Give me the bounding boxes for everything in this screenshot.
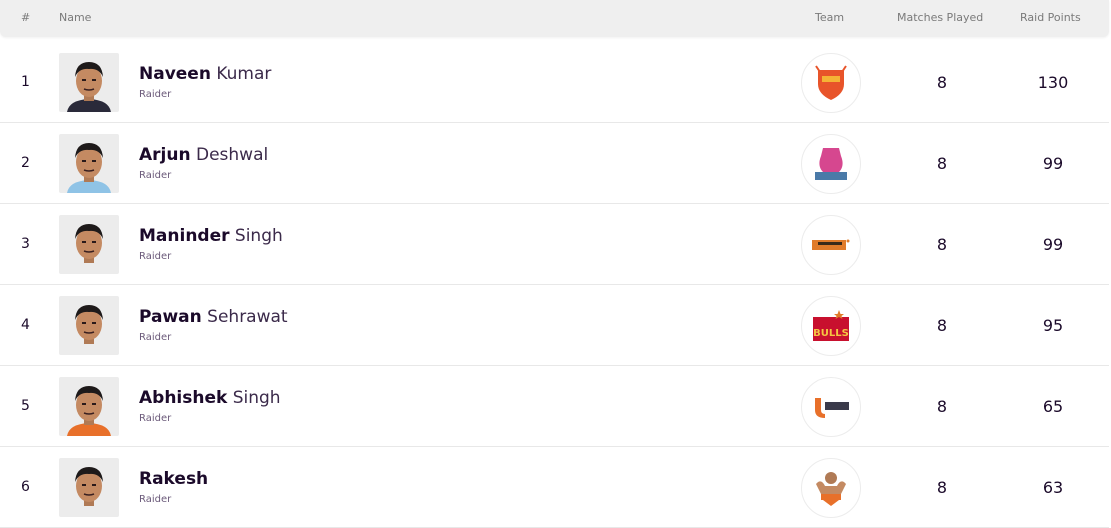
table-row[interactable]: 3 Maninder Singh Raider 8 99 [0,204,1109,285]
matches-played-value: 8 [936,235,948,254]
raid-points-value: 95 [1042,316,1064,335]
player-last-name: Deshwal [195,145,269,165]
rank-value: 2 [21,155,30,171]
player-photo [59,53,119,112]
player-name[interactable]: Arjun Deshwal [139,145,268,165]
table-row[interactable]: 4 Pawan Sehrawat Raider BULLS 8 95 [0,285,1109,366]
player-name[interactable]: Pawan Sehrawat [139,307,288,327]
player-portrait-icon [67,386,111,436]
rank-value: 1 [21,74,30,90]
player-last-name: Kumar [216,64,272,84]
column-header-name[interactable]: Name [59,11,91,24]
player-name[interactable]: Maninder Singh [139,226,283,246]
player-role: Raider [139,494,172,505]
player-photo [59,458,119,517]
player-first-name: Arjun [139,145,191,165]
raid-points-value: 99 [1042,154,1064,173]
rank-value: 5 [21,398,30,414]
matches-played-value: 8 [936,397,948,416]
bengal-warriors-logo-icon [812,239,850,250]
matches-played-value: 8 [936,154,948,173]
team-logo [801,377,861,437]
leaderboard-table: 1 Naveen Kumar Raider 8 130 2 Arjun Desh… [0,42,1109,528]
raid-points-value: 130 [1037,73,1069,92]
column-header-team[interactable]: Team [815,11,844,24]
u-mumba-logo-icon [815,398,849,418]
column-header-matches-played[interactable]: Matches Played [897,11,983,24]
table-row[interactable]: 1 Naveen Kumar Raider 8 130 [0,42,1109,123]
player-portrait-icon [67,305,111,355]
dabang-delhi-logo-icon [815,65,847,100]
raid-points-value: 63 [1042,478,1064,497]
player-portrait-icon [67,467,111,517]
player-first-name: Abhishek [139,388,228,408]
player-role: Raider [139,413,172,424]
player-first-name: Pawan [139,307,202,327]
player-name[interactable]: Naveen Kumar [139,64,271,84]
bengaluru-bulls-logo-icon: BULLS [813,310,849,341]
team-logo [801,458,861,518]
team-logo [801,53,861,113]
player-name[interactable]: Abhishek Singh [139,388,281,408]
player-first-name: Naveen [139,64,211,84]
raid-points-value: 99 [1042,235,1064,254]
svg-text:BULLS: BULLS [813,328,849,339]
column-header-rank[interactable]: # [21,11,30,24]
player-name[interactable]: Rakesh [139,469,208,489]
player-portrait-icon [67,224,111,274]
player-role: Raider [139,251,172,262]
matches-played-value: 8 [936,316,948,335]
team-logo [801,134,861,194]
player-photo [59,215,119,274]
player-photo [59,134,119,193]
player-portrait-icon [67,143,111,193]
jaipur-pink-panthers-logo-icon [815,148,847,180]
player-portrait-icon [67,62,111,112]
player-first-name: Rakesh [139,469,209,489]
player-role: Raider [139,170,172,181]
rank-value: 4 [21,317,30,333]
matches-played-value: 8 [936,73,948,92]
team-logo: BULLS [801,296,861,356]
player-last-name: Sehrawat [207,307,288,327]
player-first-name: Maninder [139,226,230,246]
player-photo [59,296,119,355]
player-role: Raider [139,332,172,343]
rank-value: 3 [21,236,30,252]
table-row[interactable]: 6 Rakesh Raider 8 63 [0,447,1109,528]
table-row[interactable]: 5 Abhishek Singh Raider 8 65 [0,366,1109,447]
player-photo [59,377,119,436]
rank-value: 6 [21,479,30,495]
table-header: # Name Team Matches Played Raid Points [0,0,1109,37]
matches-played-value: 8 [936,478,948,497]
team-logo [801,215,861,275]
column-header-raid-points[interactable]: Raid Points [1020,11,1081,24]
player-last-name: Singh [232,388,281,408]
player-last-name: Singh [234,226,283,246]
player-role: Raider [139,89,172,100]
raid-points-value: 65 [1042,397,1064,416]
gujarat-giants-logo-icon [816,472,846,506]
table-row[interactable]: 2 Arjun Deshwal Raider 8 99 [0,123,1109,204]
